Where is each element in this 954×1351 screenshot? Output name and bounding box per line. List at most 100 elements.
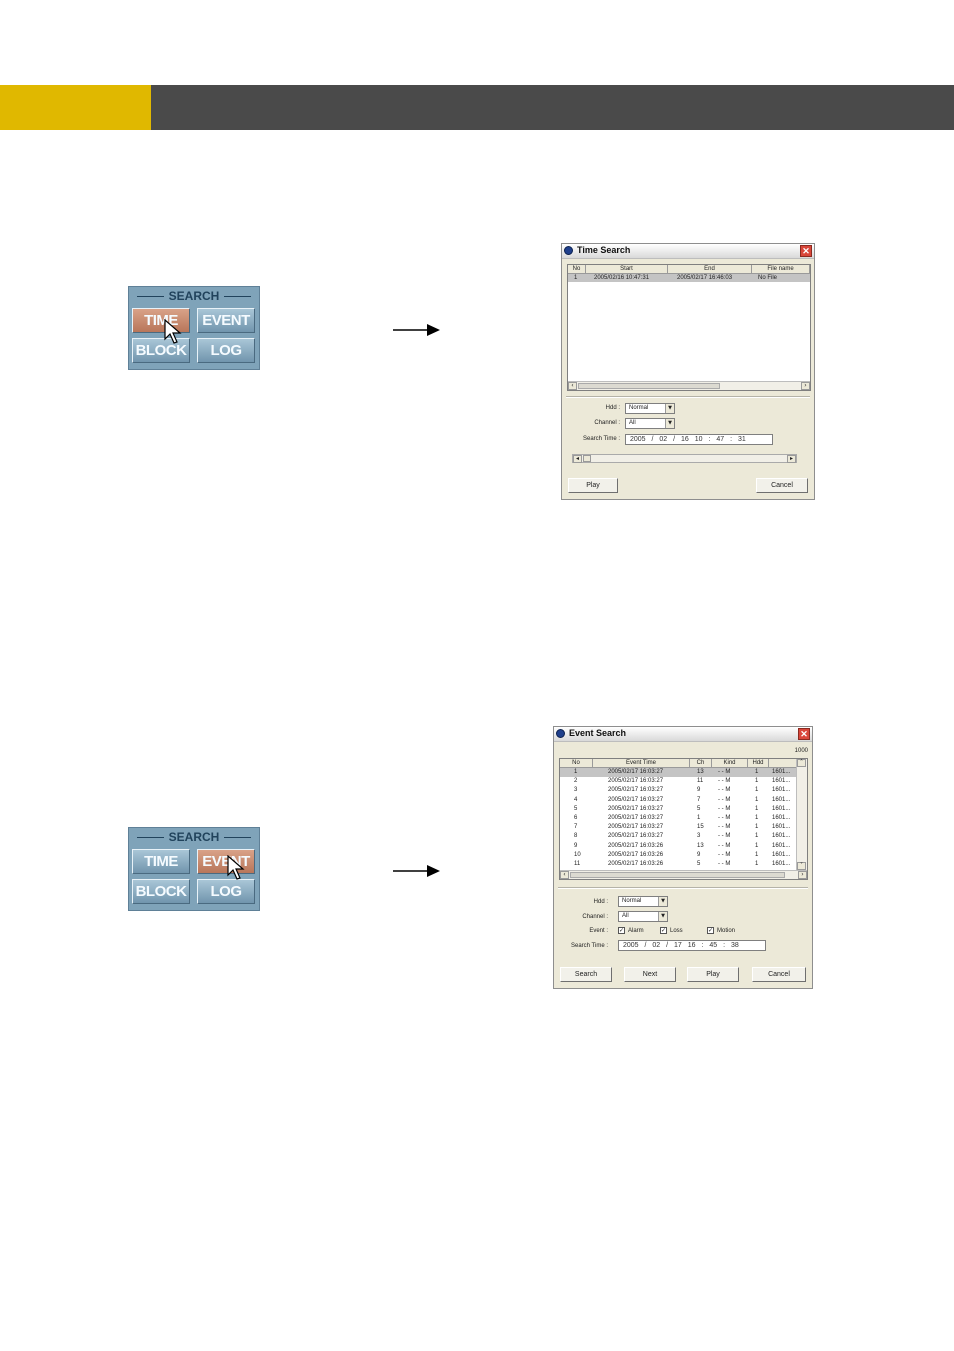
cell-hdd: 1	[755, 833, 759, 840]
scroll-left-icon[interactable]: ‹	[568, 382, 577, 390]
motion-checkbox[interactable]: ✓	[707, 927, 714, 934]
search-time-field[interactable]: 2005 / 02 / 17 16 : 45 : 38	[618, 940, 766, 951]
cell-kind: - - M	[718, 851, 731, 858]
table-row[interactable]: 10 2005/02/17 16:03:26 9 - - M 1 1601...	[560, 851, 798, 860]
search-panel-time-selected: SEARCH TIME EVENT BLOCK LOG	[128, 286, 260, 370]
chevron-down-icon[interactable]: ▼	[658, 912, 667, 921]
table-row[interactable]: 1 2005/02/16 10:47:31 2005/02/17 16:46:0…	[568, 274, 810, 282]
scroll-up-icon[interactable]: ˄	[797, 759, 806, 767]
table-row[interactable]: 5 2005/02/17 16:03:27 5 - - M 1 1601...	[560, 805, 798, 814]
column-header-ch[interactable]: Ch	[690, 759, 712, 768]
cell-ch: 9	[697, 851, 701, 858]
column-header-kind[interactable]: Kind	[712, 759, 748, 768]
log-button[interactable]: LOG	[197, 338, 255, 363]
log-button[interactable]: LOG	[197, 879, 255, 904]
table-row[interactable]: 1 2005/02/17 16:03:27 13 - - M 1 1601...	[560, 768, 798, 777]
cell-event-time: 2005/02/17 16:03:26	[608, 851, 664, 858]
cell-hdd: 1	[755, 769, 759, 775]
cell-kind: - - M	[718, 861, 731, 867]
event-label: Event :	[589, 928, 608, 934]
table-row[interactable]: 2 2005/02/17 16:03:27 11 - - M 1 1601...	[560, 777, 798, 786]
column-header-file-name[interactable]: File name	[752, 265, 810, 274]
loss-checkbox[interactable]: ✓	[660, 927, 667, 934]
column-header-file[interactable]	[769, 759, 798, 768]
table-row[interactable]: 7 2005/02/17 16:03:27 15 - - M 1 1601...	[560, 823, 798, 832]
scroll-down-icon[interactable]: ˅	[797, 862, 806, 870]
cell-kind: - - M	[718, 815, 731, 821]
chevron-down-icon[interactable]: ▼	[665, 404, 674, 413]
search-panel-title: SEARCH	[129, 830, 259, 844]
list-vscrollbar[interactable]: ˄ ˅	[796, 759, 807, 870]
alarm-label: Alarm	[628, 928, 644, 934]
cell-no: 11	[574, 861, 581, 867]
cell-no: 5	[574, 805, 578, 812]
channel-select[interactable]: All ▼	[618, 911, 668, 922]
arrow-right-icon	[393, 324, 440, 336]
table-row[interactable]: 3 2005/02/17 16:03:27 9 - - M 1 1601...	[560, 786, 798, 795]
channel-value: All	[622, 913, 629, 919]
scroll-right-icon[interactable]: ›	[801, 382, 810, 390]
channel-select[interactable]: All ▼	[625, 418, 675, 429]
alarm-checkbox[interactable]: ✓	[618, 927, 625, 934]
scroll-right-icon[interactable]: ▸	[787, 455, 796, 463]
close-icon[interactable]: ✕	[800, 245, 812, 257]
cell-event-time: 2005/02/17 16:03:26	[608, 861, 664, 867]
table-row[interactable]: 6 2005/02/17 16:03:27 1 - - M 1 1601...	[560, 814, 798, 823]
table-row[interactable]: 9 2005/02/17 16:03:26 13 - - M 1 1601...	[560, 842, 798, 851]
list-scrollbar[interactable]: ‹ ›	[568, 381, 810, 390]
time-search-window: Time Search ✕ No Start End File name 1 2…	[561, 243, 815, 500]
cell-event-time: 2005/02/17 16:03:27	[608, 833, 664, 840]
cell-kind: - - M	[718, 769, 731, 775]
column-header-start[interactable]: Start	[586, 265, 668, 274]
next-button[interactable]: Next	[624, 967, 676, 982]
table-row[interactable]: 8 2005/02/17 16:03:27 3 - - M 1 1601...	[560, 832, 798, 841]
slider-thumb[interactable]	[583, 455, 591, 462]
scroll-thumb[interactable]	[578, 383, 720, 389]
table-row[interactable]: 4 2005/02/17 16:03:27 7 - - M 1 1601...	[560, 796, 798, 805]
column-header-no[interactable]: No	[560, 759, 593, 768]
cell-start: 2005/02/16 10:47:31	[594, 275, 650, 281]
hdd-select[interactable]: Normal ▼	[625, 403, 675, 414]
block-button[interactable]: BLOCK	[132, 879, 190, 904]
cell-no: 1	[574, 275, 578, 281]
cell-no: 3	[574, 787, 578, 794]
play-button[interactable]: Play	[687, 967, 739, 982]
column-header-event-time[interactable]: Event Time	[593, 759, 690, 768]
time-slider[interactable]: ◂ ▸	[572, 454, 797, 463]
header-bar	[151, 85, 954, 130]
hdd-select[interactable]: Normal ▼	[618, 896, 668, 907]
cell-file: 1601...	[772, 824, 791, 831]
cancel-button[interactable]: Cancel	[752, 967, 806, 982]
motion-label: Motion	[717, 928, 736, 934]
hdd-value: Normal	[629, 405, 649, 411]
scroll-thumb[interactable]	[570, 872, 785, 878]
scroll-left-icon[interactable]: ‹	[560, 871, 569, 879]
search-panel-event-selected: SEARCH TIME EVENT BLOCK LOG	[128, 827, 260, 911]
scroll-left-icon[interactable]: ◂	[573, 455, 582, 463]
event-button[interactable]: EVENT	[197, 308, 255, 333]
time-search-list[interactable]: No Start End File name 1 2005/02/16 10:4…	[567, 264, 811, 391]
list-hscrollbar[interactable]: ‹ ›	[560, 870, 807, 879]
play-button[interactable]: Play	[568, 478, 618, 493]
chevron-down-icon[interactable]: ▼	[658, 897, 667, 906]
cell-file: 1601...	[772, 833, 791, 840]
table-row[interactable]: 11 2005/02/17 16:03:26 5 - - M 1 1601...	[560, 860, 798, 869]
cell-ch: 11	[697, 778, 704, 785]
search-time-field[interactable]: 2005 / 02 / 16 10 : 47 : 31	[625, 434, 773, 445]
time-button[interactable]: TIME	[132, 849, 190, 874]
cell-event-time: 2005/02/17 16:03:27	[608, 815, 664, 821]
close-icon[interactable]: ✕	[798, 728, 810, 740]
event-search-list[interactable]: No Event Time Ch Kind Hdd 1 2005/02/17 16…	[559, 758, 808, 880]
cell-hdd: 1	[755, 815, 759, 821]
cell-end: 2005/02/17 16:46:03	[677, 275, 733, 281]
cell-event-time: 2005/02/17 16:03:27	[608, 796, 664, 803]
cell-file: 1601...	[772, 787, 791, 794]
column-header-no[interactable]: No	[568, 265, 586, 274]
search-button[interactable]: Search	[560, 967, 612, 982]
column-header-end[interactable]: End	[668, 265, 752, 274]
cancel-button[interactable]: Cancel	[756, 478, 808, 493]
window-title: Time Search	[577, 245, 631, 255]
column-header-hdd[interactable]: Hdd	[748, 759, 769, 768]
scroll-right-icon[interactable]: ›	[798, 871, 807, 879]
chevron-down-icon[interactable]: ▼	[665, 419, 674, 428]
